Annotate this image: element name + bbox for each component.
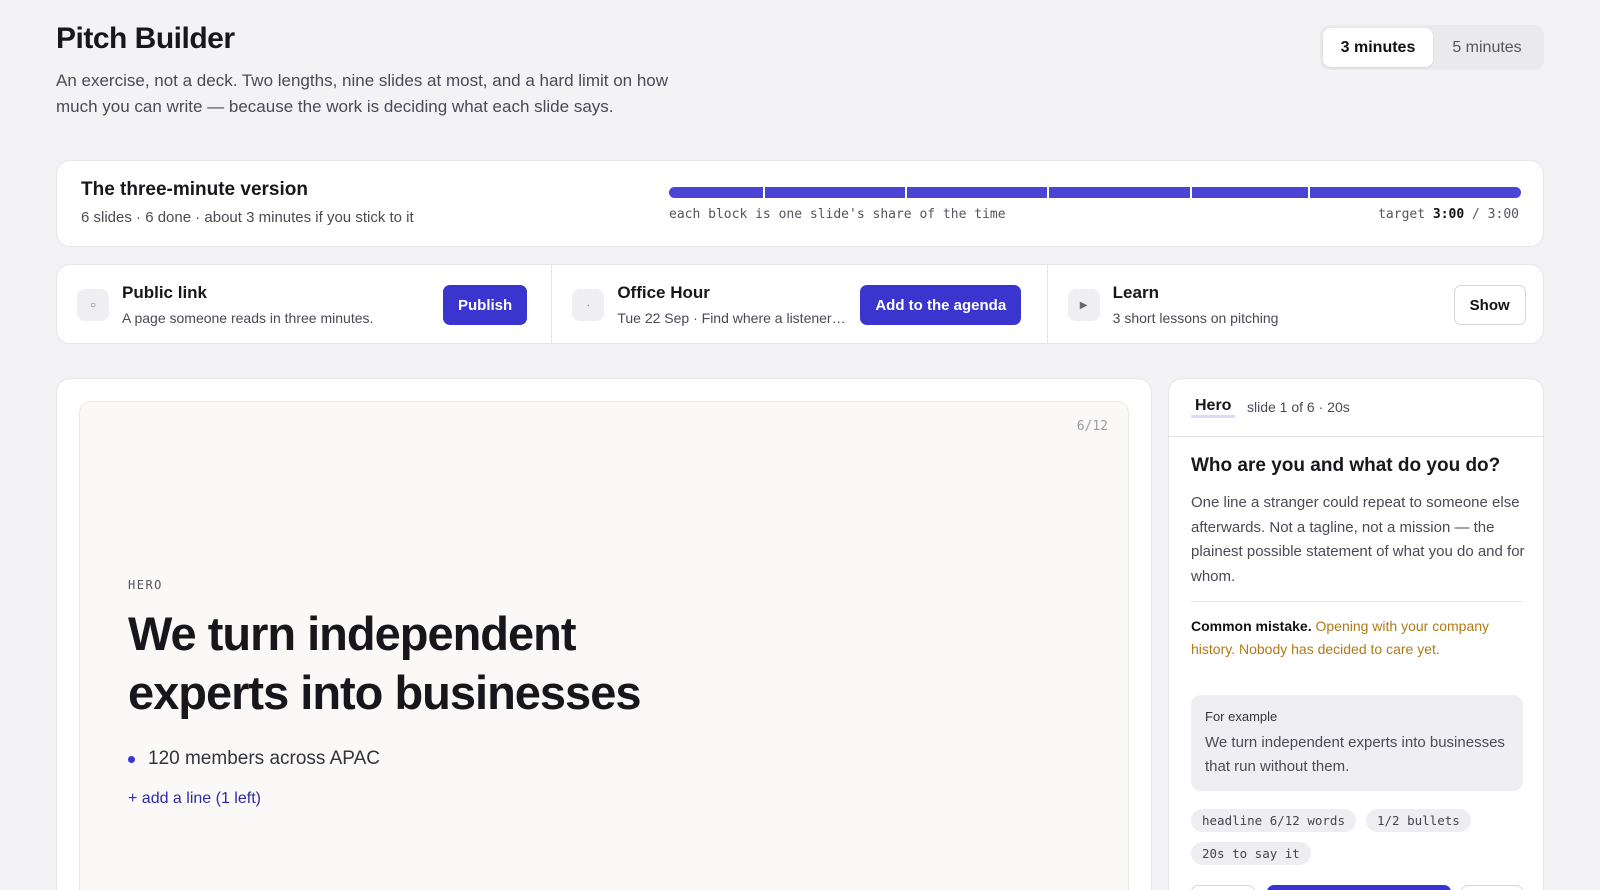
- page-intro: An exercise, not a deck. Two lengths, ni…: [56, 71, 669, 116]
- guide-divider: [1191, 601, 1523, 602]
- action-title: Public link: [122, 283, 208, 302]
- timeline-target: target 3:00 / 3:00: [1378, 207, 1519, 222]
- target-total: / 3:00: [1472, 207, 1519, 222]
- action-office-hour: · Office Hour Tue 22 Sep · Find where a …: [552, 265, 1048, 343]
- actions-row: ○ Public link A page someone reads in th…: [56, 264, 1544, 344]
- slide-canvas[interactable]: 6/12 HERO We turn independent experts in…: [79, 401, 1129, 890]
- slide-headline[interactable]: We turn independent experts into busines…: [128, 604, 728, 722]
- length-3-minutes-button[interactable]: 3 minutes: [1323, 28, 1433, 67]
- slide-editor: 6/12 HERO We turn independent experts in…: [56, 378, 1152, 890]
- action-title: Learn: [1112, 283, 1159, 302]
- timeline-subtitle: 6 slides · 6 done · about 3 minutes if y…: [81, 209, 414, 226]
- previous-button[interactable]: [1191, 885, 1255, 890]
- add-to-agenda-button[interactable]: Add to the agenda: [860, 285, 1022, 325]
- timeline-block: [906, 187, 1048, 198]
- word-count: 6/12: [1076, 419, 1108, 434]
- play-icon: ▶: [1067, 289, 1100, 321]
- example-label: For example: [1205, 709, 1278, 724]
- add-line-link[interactable]: + add a line (1 left): [128, 790, 261, 808]
- dot-icon: ·: [572, 289, 605, 321]
- timeline-block: [1191, 187, 1309, 198]
- length-5-minutes-button[interactable]: 5 minutes: [1433, 28, 1541, 67]
- next-button[interactable]: [1461, 885, 1523, 890]
- target-label: target: [1378, 207, 1426, 222]
- guide-panel: Hero slide 1 of 6 · 20s Who are you and …: [1168, 378, 1544, 890]
- common-mistake: Common mistake. Opening with your compan…: [1191, 615, 1525, 661]
- guide-meta: slide 1 of 6 · 20s: [1247, 399, 1350, 415]
- action-subtitle: A page someone reads in three minutes.: [122, 310, 374, 326]
- bullet-text: 120 members across APAC: [148, 748, 380, 769]
- guide-header: Hero slide 1 of 6 · 20s: [1169, 379, 1543, 437]
- bullet-dot-icon: [128, 755, 135, 763]
- publish-button[interactable]: Publish: [443, 285, 528, 325]
- primary-action-button[interactable]: [1267, 885, 1451, 890]
- guide-description: One line a stranger could repeat to some…: [1191, 494, 1525, 585]
- circle-icon: ○: [77, 289, 109, 321]
- action-subtitle: 3 short lessons on pitching: [1112, 310, 1279, 326]
- timeline-block: [669, 187, 763, 198]
- timeline-block: [1310, 187, 1521, 198]
- mistake-label: Common mistake.: [1191, 618, 1312, 634]
- chip-duration: 20s to say it: [1191, 842, 1311, 865]
- target-used: 3:00: [1432, 207, 1465, 222]
- timeline-caption: each block is one slide's share of the t…: [669, 207, 1006, 222]
- show-lessons-button[interactable]: Show: [1453, 285, 1526, 325]
- slide-bullet[interactable]: 120 members across APAC: [128, 748, 380, 770]
- timeline-block: [764, 187, 905, 198]
- length-toggle: 3 minutes 5 minutes: [1320, 25, 1544, 70]
- guide-buttons: [1191, 885, 1523, 890]
- action-learn: ▶ Learn 3 short lessons on pitching Show: [1048, 265, 1543, 343]
- example-text: We turn independent experts into busines…: [1205, 734, 1505, 775]
- guide-chips: headline 6/12 words 1/2 bullets 20s to s…: [1191, 809, 1523, 865]
- chip-headline-words: headline 6/12 words: [1191, 809, 1356, 832]
- timeline-block: [1049, 187, 1190, 198]
- action-public-link: ○ Public link A page someone reads in th…: [57, 265, 553, 343]
- guide-tag: Hero: [1191, 397, 1236, 418]
- action-title: Office Hour: [617, 283, 710, 302]
- chip-bullets: 1/2 bullets: [1366, 809, 1471, 832]
- timeline-card: The three-minute version 6 slides · 6 do…: [56, 160, 1544, 247]
- guide-question: Who are you and what do you do?: [1191, 455, 1501, 476]
- page-title: Pitch Builder: [56, 22, 235, 55]
- timeline-title: The three-minute version: [81, 179, 308, 200]
- slide-label: HERO: [128, 578, 163, 592]
- action-subtitle: Tue 22 Sep · Find where a listener stops…: [617, 310, 849, 326]
- timeline-bar: [669, 187, 1521, 198]
- example-box: For example We turn independent experts …: [1191, 695, 1523, 791]
